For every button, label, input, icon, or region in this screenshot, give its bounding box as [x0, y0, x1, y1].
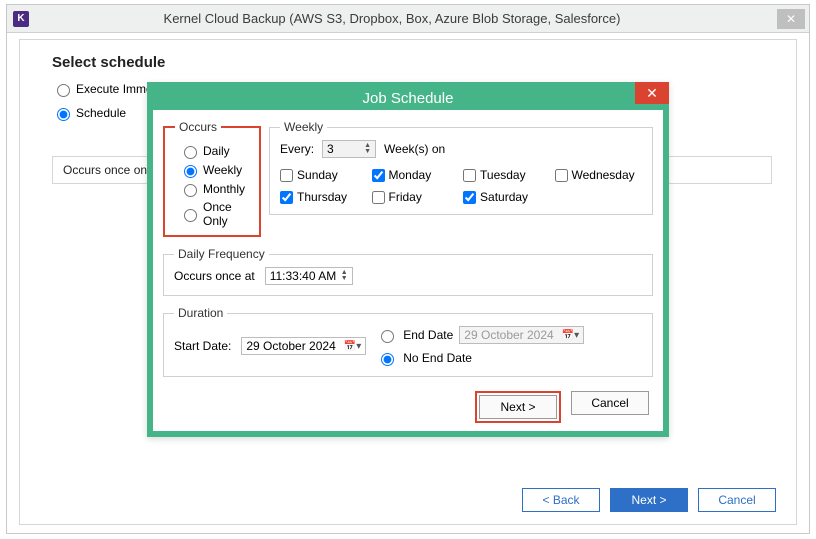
- every-value: 3: [327, 142, 334, 156]
- day-wednesday-label: Wednesday: [572, 168, 635, 182]
- day-saturday-label: Saturday: [480, 190, 528, 204]
- occurs-legend: Occurs: [175, 120, 221, 134]
- occurs-weekly-radio[interactable]: [184, 165, 197, 178]
- parent-button-row: < Back Next > Cancel: [522, 488, 776, 512]
- time-input[interactable]: 11:33:40 AM ▲ ▼: [265, 267, 353, 285]
- end-date-label: End Date: [403, 328, 453, 342]
- occurs-weekly-label: Weekly: [203, 163, 242, 177]
- occurs-daily-option[interactable]: Daily: [179, 143, 245, 159]
- end-date-value: 29 October 2024: [464, 328, 553, 342]
- day-monday-checkbox[interactable]: [372, 169, 385, 182]
- next-button-highlight: Next >: [475, 391, 561, 423]
- day-sunday-label: Sunday: [297, 168, 338, 182]
- day-friday-option[interactable]: Friday: [372, 190, 460, 204]
- parent-title: Kernel Cloud Backup (AWS S3, Dropbox, Bo…: [7, 11, 777, 26]
- duration-fieldset: Duration Start Date: 29 October 2024 📅▾ …: [163, 306, 653, 377]
- execute-immediate-radio[interactable]: [57, 84, 70, 97]
- dialog-title-bar: Job Schedule ✕: [153, 88, 663, 110]
- start-date-value: 29 October 2024: [246, 339, 335, 353]
- spinner-down-icon[interactable]: ▼: [364, 149, 371, 155]
- day-tuesday-option[interactable]: Tuesday: [463, 168, 550, 182]
- occurs-monthly-option[interactable]: Monthly: [179, 181, 245, 197]
- day-tuesday-label: Tuesday: [480, 168, 526, 182]
- day-friday-checkbox[interactable]: [372, 191, 385, 204]
- parent-next-button[interactable]: Next >: [610, 488, 688, 512]
- parent-close-button[interactable]: ✕: [777, 9, 805, 29]
- spinner-buttons-icon[interactable]: ▲ ▼: [364, 143, 371, 155]
- page-heading: Select schedule: [52, 54, 780, 71]
- end-date-radio[interactable]: [381, 330, 394, 343]
- no-end-date-radio[interactable]: [381, 353, 394, 366]
- day-monday-label: Monday: [389, 168, 432, 182]
- duration-legend: Duration: [174, 306, 227, 320]
- parent-title-bar: K Kernel Cloud Backup (AWS S3, Dropbox, …: [7, 5, 809, 33]
- schedule-radio[interactable]: [57, 108, 70, 121]
- schedule-label: Schedule: [76, 106, 126, 120]
- weekly-legend: Weekly: [280, 120, 327, 134]
- occurs-fieldset: Occurs Daily Weekly Monthly Once Only: [163, 120, 261, 237]
- occurs-once-radio[interactable]: [184, 209, 197, 222]
- every-label: Every:: [280, 142, 314, 156]
- occurs-monthly-label: Monthly: [203, 182, 245, 196]
- occurs-once-at-label: Occurs once at: [174, 269, 255, 283]
- day-sunday-checkbox[interactable]: [280, 169, 293, 182]
- occurs-weekly-option[interactable]: Weekly: [179, 162, 245, 178]
- parent-back-button[interactable]: < Back: [522, 488, 600, 512]
- day-friday-label: Friday: [389, 190, 422, 204]
- day-thursday-option[interactable]: Thursday: [280, 190, 367, 204]
- dialog-next-button[interactable]: Next >: [479, 395, 557, 419]
- dialog-title-text: Job Schedule: [363, 90, 454, 107]
- parent-cancel-button[interactable]: Cancel: [698, 488, 776, 512]
- weeks-on-label: Week(s) on: [384, 142, 445, 156]
- day-wednesday-option[interactable]: Wednesday: [555, 168, 643, 182]
- weekly-fieldset: Weekly Every: 3 ▲ ▼ Week(s) on Sunday Mo…: [269, 120, 653, 215]
- time-value: 11:33:40 AM: [270, 269, 337, 283]
- time-spinner-icon[interactable]: ▲ ▼: [341, 270, 348, 282]
- day-thursday-checkbox[interactable]: [280, 191, 293, 204]
- every-spinner[interactable]: 3 ▲ ▼: [322, 140, 376, 158]
- no-end-date-label: No End Date: [403, 351, 472, 365]
- dialog-close-button[interactable]: ✕: [635, 82, 669, 104]
- dialog-body: Occurs Daily Weekly Monthly Once Only: [153, 110, 663, 431]
- occurs-monthly-radio[interactable]: [184, 184, 197, 197]
- job-schedule-dialog: Job Schedule ✕ Occurs Daily Weekly Month…: [147, 82, 669, 437]
- dialog-button-row: Next > Cancel: [163, 387, 653, 425]
- day-tuesday-checkbox[interactable]: [463, 169, 476, 182]
- end-date-calendar-icon: 📅▾: [562, 330, 579, 341]
- start-date-picker[interactable]: 29 October 2024 📅▾: [241, 337, 366, 355]
- daily-frequency-legend: Daily Frequency: [174, 247, 269, 261]
- day-saturday-option[interactable]: Saturday: [463, 190, 550, 204]
- days-grid: Sunday Monday Tuesday Wednesday Thursday…: [280, 168, 642, 204]
- occurs-once-label: Once Only: [203, 200, 245, 228]
- day-thursday-label: Thursday: [297, 190, 347, 204]
- start-date-label: Start Date:: [174, 339, 231, 353]
- time-spinner-down-icon[interactable]: ▼: [341, 276, 348, 282]
- dialog-cancel-button[interactable]: Cancel: [571, 391, 649, 415]
- occurs-daily-label: Daily: [203, 144, 230, 158]
- start-date-calendar-icon[interactable]: 📅▾: [344, 341, 361, 352]
- day-sunday-option[interactable]: Sunday: [280, 168, 367, 182]
- end-date-picker: 29 October 2024 📅▾: [459, 326, 584, 344]
- day-wednesday-checkbox[interactable]: [555, 169, 568, 182]
- day-saturday-checkbox[interactable]: [463, 191, 476, 204]
- daily-frequency-fieldset: Daily Frequency Occurs once at 11:33:40 …: [163, 247, 653, 296]
- occurs-once-option[interactable]: Once Only: [179, 200, 245, 228]
- day-monday-option[interactable]: Monday: [372, 168, 460, 182]
- occurs-daily-radio[interactable]: [184, 146, 197, 159]
